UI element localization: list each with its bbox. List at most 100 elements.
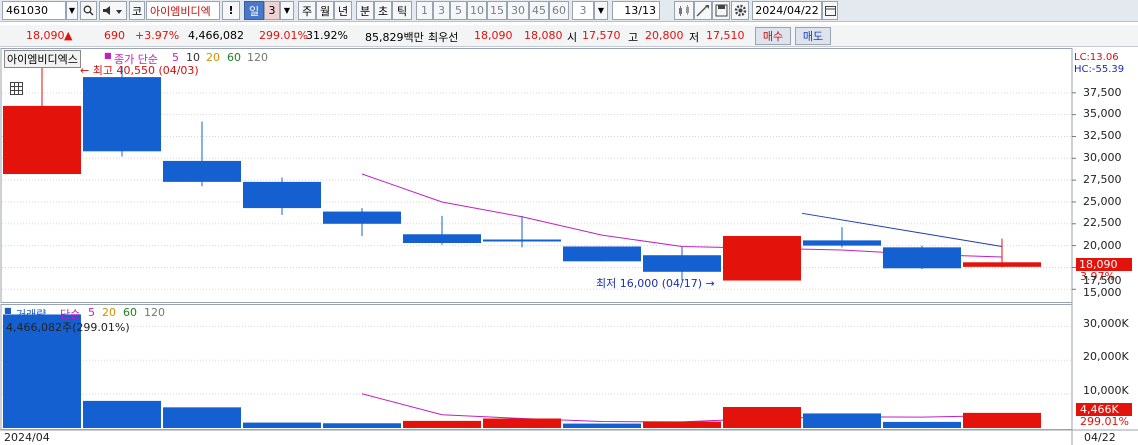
period-day-tab[interactable]: 일: [244, 1, 264, 20]
sound-button[interactable]: [99, 1, 127, 20]
interval-5-button[interactable]: 5: [450, 1, 467, 20]
period-n-field[interactable]: 3: [264, 1, 280, 20]
best-ask: 18,090: [474, 29, 513, 42]
hc-ratio: HC:-55.39: [1074, 64, 1125, 75]
price-panel-title[interactable]: 아이엠비디엑스: [4, 50, 81, 68]
price-change-pct: +3.97%: [135, 29, 180, 42]
interval-3-button[interactable]: 3: [433, 1, 450, 20]
open-price: 17,570: [582, 29, 621, 42]
legend-marker-icon: ■: [4, 306, 12, 315]
candle-body: [3, 105, 81, 175]
volume-bar: [883, 421, 961, 428]
volume-ratio: 299.01%: [259, 29, 308, 42]
chevron-down-icon: ▼: [68, 6, 76, 15]
vol-y-tick: 10,000K: [1083, 384, 1129, 397]
candles-icon: [679, 4, 689, 16]
candle-body: [163, 160, 241, 182]
volume-bar: [163, 407, 241, 428]
high-note: ← 최고 40,550 (04/03): [80, 64, 199, 77]
vol-ma-120: 120: [144, 306, 165, 319]
count-field[interactable]: 3: [572, 1, 594, 20]
vol-y-tick: 30,000K: [1083, 317, 1129, 330]
interval-10-button[interactable]: 10: [467, 1, 487, 20]
period-year-tab[interactable]: 년: [334, 1, 352, 20]
date-field[interactable]: 2024/04/22: [752, 1, 822, 20]
sell-button[interactable]: 매도: [795, 27, 831, 45]
search-icon: [83, 5, 94, 16]
volume-bar: [563, 423, 641, 428]
stock-name-field[interactable]: 아이엠비디엑: [146, 1, 220, 20]
lc-ratio: LC:13.06: [1074, 52, 1119, 63]
price-change: 690: [104, 29, 125, 42]
volume-note: 4,466,082주(299.01%): [6, 321, 130, 334]
legend-ma-60: 60: [227, 51, 241, 64]
period-tick-tab[interactable]: 틱: [392, 1, 412, 20]
speaker-icon: [103, 6, 122, 15]
legend-ma-120: 120: [247, 51, 268, 64]
up-arrow-icon: ▲: [64, 29, 73, 42]
volume-ma5-line: [361, 393, 1003, 423]
market-label: 코: [129, 1, 145, 20]
chevron-down-icon: ▼: [597, 6, 605, 15]
candle-body: [243, 181, 321, 209]
period-minute-tab[interactable]: 분: [356, 1, 374, 20]
stock-name-value: 아이엠비디엑: [150, 4, 211, 18]
best-quote-label: 최우선: [428, 31, 459, 44]
save-button[interactable]: [712, 1, 730, 20]
current-price: 18,090: [26, 29, 65, 42]
interval-30-button[interactable]: 30: [507, 1, 529, 20]
period-dropdown-button[interactable]: ▼: [280, 1, 294, 20]
search-button[interactable]: [80, 1, 97, 20]
chart-canvas[interactable]: [0, 48, 1138, 445]
settings-button[interactable]: [731, 1, 749, 20]
last-volume-pct: 299.01%: [1080, 415, 1129, 428]
volume-bar: [723, 406, 801, 428]
alert-icon: !: [228, 4, 234, 17]
stock-code-input[interactable]: 461030: [2, 1, 66, 20]
candle-body: [483, 239, 561, 242]
x-axis-end: 04/22: [1084, 431, 1116, 444]
grid-lines: [2, 92, 1072, 395]
code-dropdown-button[interactable]: ▼: [66, 1, 78, 20]
interval-45-button[interactable]: 45: [529, 1, 549, 20]
chart-tool-button[interactable]: [694, 1, 712, 20]
volume-bar: [483, 418, 561, 428]
gear-icon: [734, 4, 746, 17]
stock-chart[interactable]: 아이엠비디엑스 ■ 종가 단순 5 10 20 60 120 ← 최고 40,5…: [0, 48, 1138, 445]
alert-button[interactable]: !: [222, 1, 240, 20]
stock-code-value: 461030: [6, 4, 48, 17]
save-icon: [715, 4, 727, 17]
low-price: 17,510: [706, 29, 745, 42]
y-tick: 35,000: [1083, 107, 1122, 120]
price-ma5-line: [361, 173, 1003, 258]
period-week-tab[interactable]: 주: [298, 1, 316, 20]
calendar-button[interactable]: [822, 1, 838, 20]
candle-style-button[interactable]: [674, 1, 694, 20]
interval-1-button[interactable]: 1: [416, 1, 433, 20]
volume-bar: [403, 420, 481, 428]
interval-60-button[interactable]: 60: [549, 1, 569, 20]
period-month-tab[interactable]: 월: [316, 1, 334, 20]
volume-bar: [803, 413, 881, 428]
chevron-down-icon: ▼: [283, 6, 291, 15]
y-tick: 30,000: [1083, 151, 1122, 164]
turnover-rate: 31.92%: [306, 29, 348, 42]
buy-button[interactable]: 매수: [755, 27, 791, 45]
vol-ma-60: 60: [123, 306, 137, 319]
tools-icon: [696, 4, 709, 17]
candle-body: [643, 255, 721, 272]
moving-average-lines: [361, 173, 1003, 423]
y-tick: 15,000: [1083, 286, 1122, 299]
candle-body: [403, 234, 481, 243]
quote-info-bar: 18,090 ▲ 690 +3.97% 4,466,082 299.01% 31…: [0, 25, 1138, 47]
high-label: 고: [628, 31, 639, 44]
best-bid: 18,080: [524, 29, 563, 42]
interval-15-button[interactable]: 15: [487, 1, 507, 20]
legend-ma-20: 20: [206, 51, 220, 64]
volume-bar: [243, 422, 321, 428]
period-second-tab[interactable]: 초: [374, 1, 392, 20]
candle-body: [803, 240, 881, 246]
vol-y-tick: 20,000K: [1083, 350, 1129, 363]
page-indicator: 13/13: [612, 1, 660, 20]
count-dropdown-button[interactable]: ▼: [594, 1, 608, 20]
